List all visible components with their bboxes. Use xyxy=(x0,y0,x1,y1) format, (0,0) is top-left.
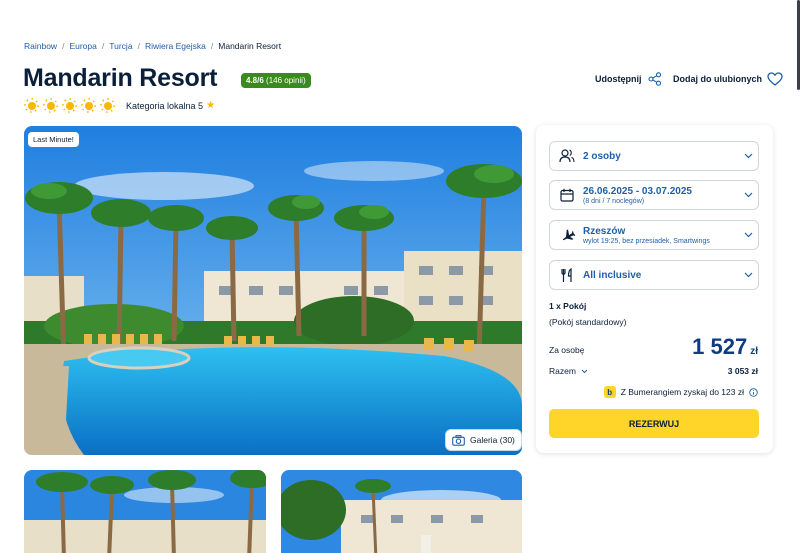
rating-badge[interactable]: 4.8/6 (146 opinii) xyxy=(241,73,311,88)
total-price: 3 053 zł xyxy=(727,366,758,376)
rating-score: 4.8/6 xyxy=(246,76,264,85)
rating-reviews: (146 opinii) xyxy=(266,76,306,85)
breadcrumb-separator: / xyxy=(210,41,214,51)
price-per-person-value: 1 527 xyxy=(692,334,748,359)
last-minute-badge: Last Minute! xyxy=(28,132,79,147)
dates-value: 26.06.2025 - 03.07.2025 xyxy=(583,185,692,197)
persons-value: 2 osoby xyxy=(583,150,621,162)
total-toggle[interactable]: Razem xyxy=(549,366,588,376)
breadcrumb-current: Mandarin Resort xyxy=(218,41,282,51)
currency: zł xyxy=(750,346,758,357)
bumerang-logo-icon: b xyxy=(603,386,616,398)
page-title: Mandarin Resort xyxy=(23,64,218,92)
share-label: Udostępnij xyxy=(595,74,642,84)
hotel-category-suns xyxy=(24,98,115,113)
departure-select[interactable]: Rzeszów wylot 19:25, bez przesiadek, Sma… xyxy=(549,220,759,250)
persons-select[interactable]: 2 osoby xyxy=(549,141,759,171)
departure-details: wylot 19:25, bez przesiadek, Smartwings xyxy=(583,237,710,245)
room-type: (Pokój standardowy) xyxy=(549,317,627,327)
hotel-main-photo[interactable] xyxy=(24,126,522,455)
chevron-down-icon xyxy=(738,153,758,159)
info-icon[interactable] xyxy=(749,387,758,397)
price-per-person-label: Za osobę xyxy=(549,345,585,355)
gallery-thumbnail[interactable] xyxy=(24,470,266,553)
sun-icon xyxy=(81,98,96,113)
sun-icon xyxy=(100,98,115,113)
hotel-pool-image xyxy=(24,126,522,455)
local-category: Kategoria lokalna 5 ★ xyxy=(126,100,215,111)
plane-icon xyxy=(559,227,575,243)
board-value: All inclusive xyxy=(583,269,642,281)
favorite-label: Dodaj do ulubionych xyxy=(673,74,762,84)
calendar-icon xyxy=(559,187,575,203)
dates-select[interactable]: 26.06.2025 - 03.07.2025 (8 dni / 7 nocle… xyxy=(549,180,759,210)
departure-value: Rzeszów xyxy=(583,225,626,237)
breadcrumb-separator: / xyxy=(62,41,65,51)
thumbnail-image xyxy=(281,470,522,553)
local-category-label: Kategoria lokalna 5 xyxy=(126,100,204,111)
sun-icon xyxy=(24,98,39,113)
breadcrumb-separator: / xyxy=(137,41,140,51)
persons-icon xyxy=(559,148,575,164)
breadcrumb-separator: / xyxy=(101,41,105,51)
breadcrumb-link-turcja[interactable]: Turcja xyxy=(109,41,132,51)
favorite-button[interactable]: Dodaj do ulubionych xyxy=(673,72,783,86)
sun-icon xyxy=(62,98,77,113)
star-icon: ★ xyxy=(206,100,216,111)
gallery-thumbnail[interactable] xyxy=(281,470,522,553)
bumerang-info: b Z Bumerangiem zyskaj do 123 zł xyxy=(603,386,758,398)
chevron-down-icon xyxy=(738,272,758,278)
camera-icon xyxy=(452,434,465,446)
gallery-button[interactable]: Galeria (30) xyxy=(445,429,522,451)
chevron-down-icon xyxy=(738,232,758,238)
chevron-down-icon xyxy=(581,369,588,373)
dates-duration: (8 dni / 7 noclegów) xyxy=(583,197,645,205)
breadcrumb-link-riwiera[interactable]: Riwiera Egejska xyxy=(145,41,206,51)
cutlery-icon xyxy=(559,267,575,283)
heart-icon xyxy=(767,72,783,86)
share-icon xyxy=(647,72,661,86)
bumerang-text: Z Bumerangiem zyskaj do 123 zł xyxy=(620,387,744,397)
breadcrumb-link-europa[interactable]: Europa xyxy=(69,41,96,51)
breadcrumb: Rainbow / Europa / Turcja / Riwiera Egej… xyxy=(24,41,281,51)
breadcrumb-link-rainbow[interactable]: Rainbow xyxy=(24,41,57,51)
room-count: 1 x Pokój xyxy=(549,301,587,311)
total-label: Razem xyxy=(549,366,576,376)
board-select[interactable]: All inclusive xyxy=(549,260,759,290)
share-button[interactable]: Udostępnij xyxy=(595,72,662,86)
gallery-label: Galeria (30) xyxy=(470,435,515,445)
chevron-down-icon xyxy=(738,192,758,198)
price-per-person: 1 527 zł xyxy=(692,334,758,360)
thumbnail-image xyxy=(24,470,266,553)
sun-icon xyxy=(43,98,58,113)
book-button[interactable]: REZERWUJ xyxy=(549,409,759,438)
